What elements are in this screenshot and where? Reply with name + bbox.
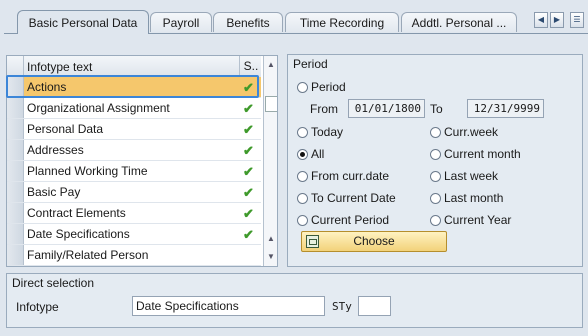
sty-label: STy <box>332 300 352 313</box>
check-icon: ✔ <box>243 122 254 137</box>
infotype-table-header: Infotype text S.. <box>7 56 261 78</box>
infotype-row[interactable]: Organizational Assignment ✔ <box>7 98 261 119</box>
check-icon: ✔ <box>243 164 254 179</box>
tab-strip: Basic Personal Data Payroll Benefits Tim… <box>0 0 588 34</box>
infotype-label: Contract Elements <box>27 206 126 220</box>
row-selector[interactable] <box>7 182 24 202</box>
tab-payroll[interactable]: Payroll <box>150 12 212 32</box>
row-selector[interactable] <box>7 224 24 244</box>
to-date-field[interactable]: 12/31/9999 <box>467 99 544 118</box>
infotype-scrollbar[interactable]: ▲ ▲ ▼ <box>263 56 277 266</box>
header-infotype-text: Infotype text <box>27 60 93 74</box>
radio-option[interactable] <box>297 171 308 182</box>
radio-option[interactable] <box>297 149 308 160</box>
radio-option-label: Current month <box>444 147 521 161</box>
infotype-row[interactable]: Contract Elements ✔ <box>7 203 261 224</box>
infotype-label: Planned Working Time <box>27 164 148 178</box>
tab-time-recording[interactable]: Time Recording <box>285 12 399 32</box>
check-icon: ✔ <box>243 143 254 158</box>
infotype-label: Organizational Assignment <box>27 101 170 115</box>
row-selector[interactable] <box>7 98 24 118</box>
row-selector[interactable] <box>7 140 24 160</box>
choose-label: Choose <box>353 234 395 248</box>
scroll-down-icon[interactable]: ▲ <box>264 232 277 246</box>
row-selector[interactable] <box>7 245 24 265</box>
scroll-up-icon[interactable]: ▲ <box>264 58 277 72</box>
radio-option[interactable] <box>430 149 441 160</box>
scroll-thumb[interactable] <box>265 96 277 112</box>
tab-list-icon[interactable]: ☰ <box>570 12 584 28</box>
infotype-label: Addresses <box>27 143 84 157</box>
radio-option-label: Last week <box>444 169 499 183</box>
infotype-row[interactable]: Basic Pay ✔ <box>7 182 261 203</box>
row-selector[interactable] <box>7 161 24 181</box>
period-label: Period <box>311 80 346 94</box>
tab-scroll-right-icon[interactable]: ▶ <box>550 12 564 28</box>
radio-option[interactable] <box>430 171 441 182</box>
tab-scroll-left-icon[interactable]: ◀ <box>534 12 548 28</box>
radio-option[interactable] <box>430 127 441 138</box>
infotype-label: Actions <box>27 80 67 94</box>
radio-option[interactable] <box>297 193 308 204</box>
row-selector[interactable] <box>7 119 24 139</box>
check-icon: ✔ <box>243 80 254 95</box>
radio-option[interactable] <box>430 193 441 204</box>
radio-option-label: From curr.date <box>311 169 390 183</box>
select-all-cell[interactable] <box>7 56 24 77</box>
radio-option-label: To Current Date <box>311 191 396 205</box>
check-icon: ✔ <box>243 206 254 221</box>
from-date-field[interactable]: 01/01/1800 <box>348 99 425 118</box>
direct-selection-title: Direct selection <box>12 276 95 290</box>
infotype-row[interactable]: Family/Related Person <box>7 245 261 266</box>
tab-basic-personal-data[interactable]: Basic Personal Data <box>17 10 149 34</box>
choose-button[interactable]: Choose <box>301 231 447 252</box>
row-selector[interactable] <box>7 77 24 97</box>
scroll-bottom-icon[interactable]: ▼ <box>264 250 277 264</box>
radio-option-label: Last month <box>444 191 504 205</box>
radio-option-label: Today <box>311 125 344 139</box>
infotype-label: Family/Related Person <box>27 248 149 262</box>
infotype-row[interactable]: Personal Data ✔ <box>7 119 261 140</box>
radio-option-label: Current Year <box>444 213 512 227</box>
from-label: From <box>310 102 338 116</box>
radio-option[interactable] <box>297 215 308 226</box>
infotype-table: Infotype text S.. Actions ✔ Organizational… <box>6 55 278 267</box>
radio-period[interactable] <box>297 82 308 93</box>
infotype-row[interactable]: Planned Working Time ✔ <box>7 161 261 182</box>
to-label: To <box>430 102 443 116</box>
row-selector[interactable] <box>7 203 24 223</box>
infotype-label: Personal Data <box>27 122 104 136</box>
sty-input[interactable] <box>358 296 391 316</box>
header-status: S.. <box>239 56 262 77</box>
infotype-row[interactable]: Date Specifications ✔ <box>7 224 261 245</box>
radio-option-label: Curr.week <box>444 125 499 139</box>
check-icon: ✔ <box>243 185 254 200</box>
period-group-title: Period <box>293 57 328 71</box>
tab-benefits[interactable]: Benefits <box>213 12 283 32</box>
infotype-input[interactable]: Date Specifications <box>132 296 325 316</box>
infotype-row[interactable]: Addresses ✔ <box>7 140 261 161</box>
radio-option-label: All <box>311 147 325 161</box>
tab-addtl-personal[interactable]: Addtl. Personal ... <box>401 12 517 32</box>
radio-option[interactable] <box>297 127 308 138</box>
infotype-label: Date Specifications <box>27 227 130 241</box>
infotype-row[interactable]: Actions ✔ <box>7 77 261 98</box>
radio-option-label: Current Period <box>311 213 390 227</box>
check-icon: ✔ <box>243 227 254 242</box>
radio-option[interactable] <box>430 215 441 226</box>
check-icon: ✔ <box>243 101 254 116</box>
infotype-label: Basic Pay <box>27 185 81 199</box>
choose-icon <box>306 235 319 248</box>
infotype-label: Infotype <box>16 300 59 314</box>
